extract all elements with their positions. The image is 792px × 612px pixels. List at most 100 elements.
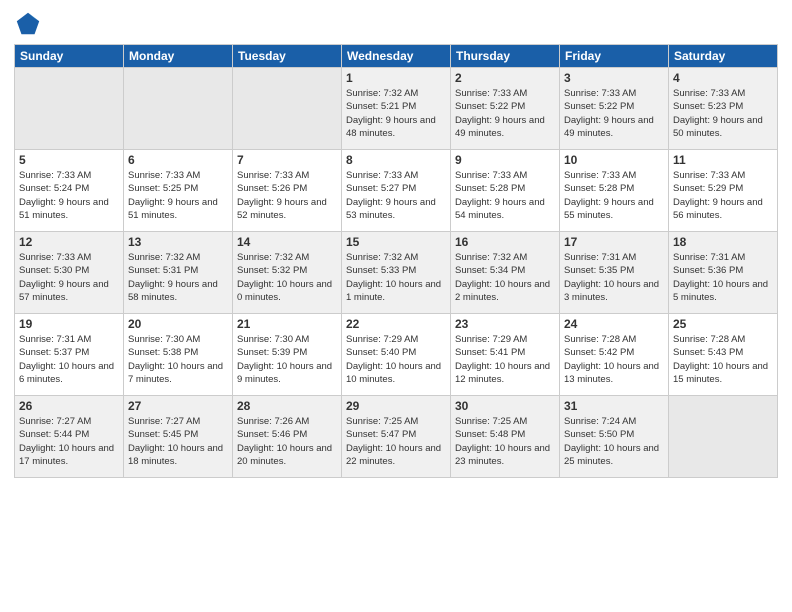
weekday-header-friday: Friday: [560, 45, 669, 68]
calendar-cell: 31Sunrise: 7:24 AM Sunset: 5:50 PM Dayli…: [560, 396, 669, 478]
weekday-header-monday: Monday: [124, 45, 233, 68]
day-info: Sunrise: 7:24 AM Sunset: 5:50 PM Dayligh…: [564, 415, 664, 468]
day-number: 12: [19, 235, 119, 249]
day-info: Sunrise: 7:28 AM Sunset: 5:42 PM Dayligh…: [564, 333, 664, 386]
day-number: 15: [346, 235, 446, 249]
day-number: 21: [237, 317, 337, 331]
day-info: Sunrise: 7:32 AM Sunset: 5:32 PM Dayligh…: [237, 251, 337, 304]
calendar-cell: 18Sunrise: 7:31 AM Sunset: 5:36 PM Dayli…: [669, 232, 778, 314]
calendar-cell: 8 Sunrise: 7:33 AM Sunset: 5:27 PM Daylig…: [342, 150, 451, 232]
day-info: Sunrise: 7:33 AM Sunset: 5:28 PM Dayligh…: [564, 169, 664, 222]
day-info: Sunrise: 7:33 AM Sunset: 5:26 PM Dayligh…: [237, 169, 337, 222]
day-info: Sunrise: 7:33 AM Sunset: 5:30 PM Dayligh…: [19, 251, 119, 304]
calendar: SundayMondayTuesdayWednesdayThursdayFrid…: [14, 44, 778, 478]
calendar-cell: 14 Sunrise: 7:32 AM Sunset: 5:32 PM Dayli…: [233, 232, 342, 314]
calendar-cell: 4 Sunrise: 7:33 AM Sunset: 5:23 PM Daylig…: [669, 68, 778, 150]
day-info: Sunrise: 7:31 AM Sunset: 5:35 PM Dayligh…: [564, 251, 664, 304]
day-info: Sunrise: 7:31 AM Sunset: 5:36 PM Dayligh…: [673, 251, 773, 304]
calendar-cell: 27 Sunrise: 7:27 AM Sunset: 5:45 PM Dayli…: [124, 396, 233, 478]
calendar-cell: 21 Sunrise: 7:30 AM Sunset: 5:39 PM Dayli…: [233, 314, 342, 396]
day-number: 8: [346, 153, 446, 167]
day-info: Sunrise: 7:32 AM Sunset: 5:31 PM Dayligh…: [128, 251, 228, 304]
day-info: Sunrise: 7:33 AM Sunset: 5:28 PM Dayligh…: [455, 169, 555, 222]
calendar-cell: 19Sunrise: 7:31 AM Sunset: 5:37 PM Dayli…: [15, 314, 124, 396]
logo-icon: [14, 10, 42, 38]
calendar-cell: 22 Sunrise: 7:29 AM Sunset: 5:40 PM Dayli…: [342, 314, 451, 396]
day-number: 20: [128, 317, 228, 331]
day-info: Sunrise: 7:30 AM Sunset: 5:38 PM Dayligh…: [128, 333, 228, 386]
calendar-cell: [124, 68, 233, 150]
week-row-4: 19Sunrise: 7:31 AM Sunset: 5:37 PM Dayli…: [15, 314, 778, 396]
calendar-cell: 7 Sunrise: 7:33 AM Sunset: 5:26 PM Daylig…: [233, 150, 342, 232]
calendar-cell: 1 Sunrise: 7:32 AM Sunset: 5:21 PM Daylig…: [342, 68, 451, 150]
day-number: 11: [673, 153, 773, 167]
day-number: 3: [564, 71, 664, 85]
day-number: 24: [564, 317, 664, 331]
day-number: 13: [128, 235, 228, 249]
day-info: Sunrise: 7:33 AM Sunset: 5:25 PM Dayligh…: [128, 169, 228, 222]
day-number: 1: [346, 71, 446, 85]
calendar-cell: 5Sunrise: 7:33 AM Sunset: 5:24 PM Daylig…: [15, 150, 124, 232]
calendar-cell: 24 Sunrise: 7:28 AM Sunset: 5:42 PM Dayli…: [560, 314, 669, 396]
calendar-cell: [233, 68, 342, 150]
day-info: Sunrise: 7:32 AM Sunset: 5:21 PM Dayligh…: [346, 87, 446, 140]
day-number: 25: [673, 317, 773, 331]
day-info: Sunrise: 7:27 AM Sunset: 5:44 PM Dayligh…: [19, 415, 119, 468]
calendar-cell: 15 Sunrise: 7:32 AM Sunset: 5:33 PM Dayli…: [342, 232, 451, 314]
day-info: Sunrise: 7:29 AM Sunset: 5:41 PM Dayligh…: [455, 333, 555, 386]
calendar-cell: 2 Sunrise: 7:33 AM Sunset: 5:22 PM Daylig…: [451, 68, 560, 150]
day-number: 6: [128, 153, 228, 167]
calendar-cell: 13 Sunrise: 7:32 AM Sunset: 5:31 PM Dayli…: [124, 232, 233, 314]
calendar-cell: [669, 396, 778, 478]
day-number: 10: [564, 153, 664, 167]
day-number: 19: [19, 317, 119, 331]
day-info: Sunrise: 7:25 AM Sunset: 5:48 PM Dayligh…: [455, 415, 555, 468]
calendar-cell: 17Sunrise: 7:31 AM Sunset: 5:35 PM Dayli…: [560, 232, 669, 314]
day-info: Sunrise: 7:27 AM Sunset: 5:45 PM Dayligh…: [128, 415, 228, 468]
day-number: 23: [455, 317, 555, 331]
calendar-cell: 9Sunrise: 7:33 AM Sunset: 5:28 PM Daylig…: [451, 150, 560, 232]
day-info: Sunrise: 7:33 AM Sunset: 5:29 PM Dayligh…: [673, 169, 773, 222]
week-row-1: 1 Sunrise: 7:32 AM Sunset: 5:21 PM Daylig…: [15, 68, 778, 150]
weekday-header-saturday: Saturday: [669, 45, 778, 68]
week-row-5: 26 Sunrise: 7:27 AM Sunset: 5:44 PM Dayli…: [15, 396, 778, 478]
day-number: 4: [673, 71, 773, 85]
day-number: 22: [346, 317, 446, 331]
day-number: 7: [237, 153, 337, 167]
calendar-cell: 12 Sunrise: 7:33 AM Sunset: 5:30 PM Dayli…: [15, 232, 124, 314]
day-number: 2: [455, 71, 555, 85]
calendar-cell: 10 Sunrise: 7:33 AM Sunset: 5:28 PM Dayli…: [560, 150, 669, 232]
day-info: Sunrise: 7:30 AM Sunset: 5:39 PM Dayligh…: [237, 333, 337, 386]
day-number: 26: [19, 399, 119, 413]
day-number: 27: [128, 399, 228, 413]
day-number: 14: [237, 235, 337, 249]
calendar-cell: 28 Sunrise: 7:26 AM Sunset: 5:46 PM Dayli…: [233, 396, 342, 478]
day-info: Sunrise: 7:33 AM Sunset: 5:27 PM Dayligh…: [346, 169, 446, 222]
calendar-cell: 23 Sunrise: 7:29 AM Sunset: 5:41 PM Dayli…: [451, 314, 560, 396]
day-info: Sunrise: 7:28 AM Sunset: 5:43 PM Dayligh…: [673, 333, 773, 386]
day-info: Sunrise: 7:33 AM Sunset: 5:23 PM Dayligh…: [673, 87, 773, 140]
day-info: Sunrise: 7:29 AM Sunset: 5:40 PM Dayligh…: [346, 333, 446, 386]
calendar-cell: 26 Sunrise: 7:27 AM Sunset: 5:44 PM Dayli…: [15, 396, 124, 478]
weekday-header-wednesday: Wednesday: [342, 45, 451, 68]
week-row-3: 12 Sunrise: 7:33 AM Sunset: 5:30 PM Dayli…: [15, 232, 778, 314]
calendar-cell: 20 Sunrise: 7:30 AM Sunset: 5:38 PM Dayli…: [124, 314, 233, 396]
day-info: Sunrise: 7:32 AM Sunset: 5:33 PM Dayligh…: [346, 251, 446, 304]
day-info: Sunrise: 7:32 AM Sunset: 5:34 PM Dayligh…: [455, 251, 555, 304]
day-number: 28: [237, 399, 337, 413]
day-number: 16: [455, 235, 555, 249]
calendar-cell: 6 Sunrise: 7:33 AM Sunset: 5:25 PM Daylig…: [124, 150, 233, 232]
logo: [14, 10, 46, 38]
day-info: Sunrise: 7:33 AM Sunset: 5:22 PM Dayligh…: [455, 87, 555, 140]
day-info: Sunrise: 7:33 AM Sunset: 5:22 PM Dayligh…: [564, 87, 664, 140]
weekday-header-tuesday: Tuesday: [233, 45, 342, 68]
calendar-cell: 16 Sunrise: 7:32 AM Sunset: 5:34 PM Dayli…: [451, 232, 560, 314]
calendar-cell: 30Sunrise: 7:25 AM Sunset: 5:48 PM Dayli…: [451, 396, 560, 478]
header: [14, 10, 778, 38]
page-container: SundayMondayTuesdayWednesdayThursdayFrid…: [0, 0, 792, 612]
calendar-cell: [15, 68, 124, 150]
calendar-cell: 11 Sunrise: 7:33 AM Sunset: 5:29 PM Dayli…: [669, 150, 778, 232]
week-row-2: 5Sunrise: 7:33 AM Sunset: 5:24 PM Daylig…: [15, 150, 778, 232]
day-info: Sunrise: 7:26 AM Sunset: 5:46 PM Dayligh…: [237, 415, 337, 468]
weekday-header-row: SundayMondayTuesdayWednesdayThursdayFrid…: [15, 45, 778, 68]
